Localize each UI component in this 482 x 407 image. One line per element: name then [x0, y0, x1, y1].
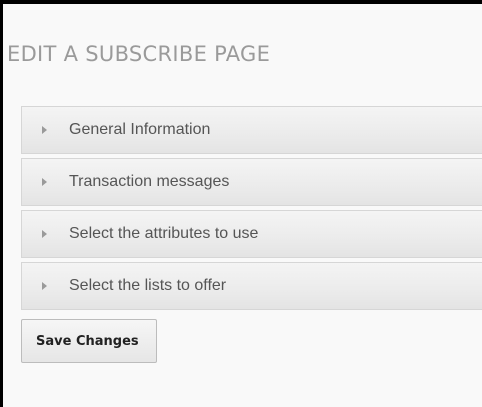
- accordion-item-label: Select the lists to offer: [69, 277, 227, 294]
- accordion-item-select-attributes[interactable]: Select the attributes to use: [21, 210, 482, 258]
- accordion-item-label: Transaction messages: [69, 173, 230, 190]
- triangle-right-icon: [42, 178, 47, 186]
- triangle-right-icon: [42, 230, 47, 238]
- triangle-right-icon: [42, 126, 47, 134]
- accordion-item-label: Select the attributes to use: [69, 225, 259, 242]
- accordion-item-label: General Information: [69, 121, 211, 138]
- accordion: General Information Transaction messages…: [21, 106, 482, 314]
- save-changes-button[interactable]: Save Changes: [21, 319, 157, 363]
- triangle-right-icon: [42, 282, 47, 290]
- edit-subscribe-page-panel: EDIT A SUBSCRIBE PAGE General Informatio…: [3, 4, 482, 407]
- page-title: EDIT A SUBSCRIBE PAGE: [7, 42, 271, 66]
- accordion-item-transaction-messages[interactable]: Transaction messages: [21, 158, 482, 206]
- accordion-item-general-information[interactable]: General Information: [21, 106, 482, 154]
- accordion-item-select-lists[interactable]: Select the lists to offer: [21, 262, 482, 310]
